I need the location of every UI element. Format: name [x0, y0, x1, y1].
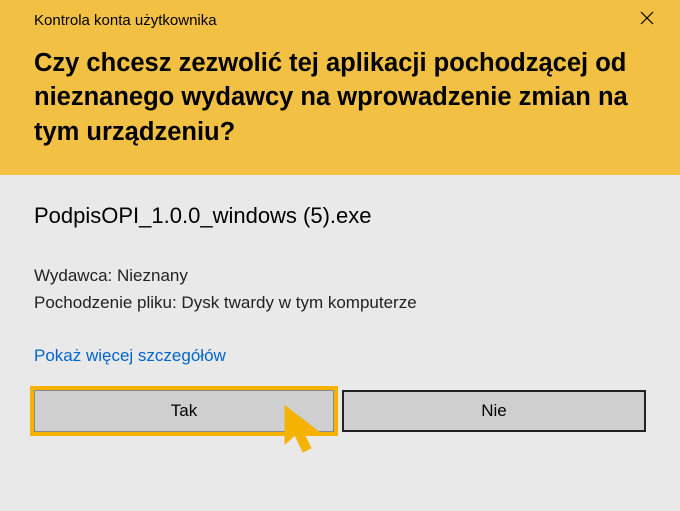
header-band: Kontrola konta użytkownika Czy chcesz ze…	[0, 0, 680, 175]
details-block: Wydawca: Nieznany Pochodzenie pliku: Dys…	[34, 263, 646, 316]
app-name: PodpisOPI_1.0.0_windows (5).exe	[34, 203, 646, 229]
yes-button[interactable]: Tak	[34, 390, 334, 432]
uac-heading: Czy chcesz zezwolić tej aplikacji pochod…	[34, 46, 662, 149]
show-more-link[interactable]: Pokaż więcej szczegółów	[34, 346, 226, 366]
yes-button-wrap: Tak	[34, 390, 334, 432]
close-icon	[640, 10, 654, 30]
origin-line: Pochodzenie pliku: Dysk twardy w tym kom…	[34, 290, 646, 316]
close-button[interactable]	[632, 8, 662, 32]
button-row: Tak Nie	[34, 390, 646, 432]
publisher-line: Wydawca: Nieznany	[34, 263, 646, 289]
window-title: Kontrola konta użytkownika	[34, 12, 217, 29]
uac-dialog: Kontrola konta użytkownika Czy chcesz ze…	[0, 0, 680, 511]
no-button[interactable]: Nie	[342, 390, 646, 432]
body-area: PodpisOPI_1.0.0_windows (5).exe Wydawca:…	[0, 175, 680, 511]
title-row: Kontrola konta użytkownika	[34, 8, 662, 32]
